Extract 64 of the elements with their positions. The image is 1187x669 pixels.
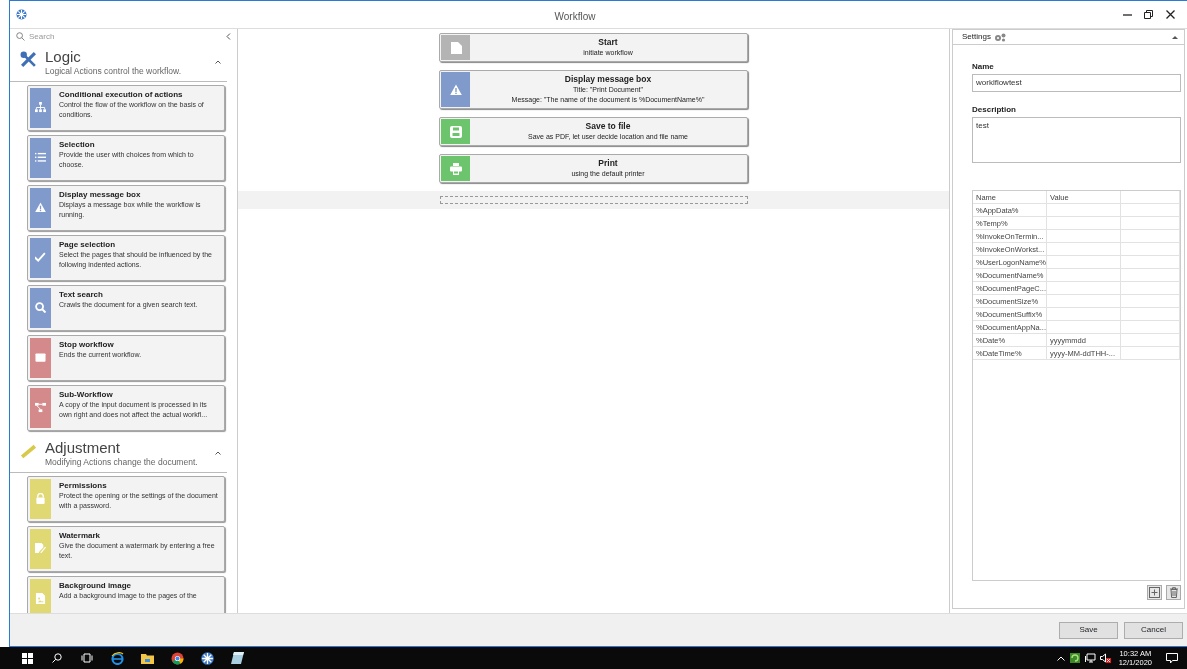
printer-icon	[449, 162, 462, 175]
section-title: Adjustment	[45, 438, 122, 456]
warning-icon	[449, 83, 462, 96]
step-title: Display message box	[563, 74, 653, 85]
document-pen-icon	[35, 543, 46, 554]
collapse-icon[interactable]	[215, 450, 221, 455]
settings-title: Settings	[962, 31, 991, 43]
restore-icon[interactable]	[1144, 10, 1153, 19]
folder-icon[interactable]	[140, 652, 154, 664]
action-title: Display message box	[59, 189, 142, 200]
window-title: Workflow	[554, 10, 596, 22]
padlock-icon	[35, 493, 46, 504]
action-title: Background image	[59, 580, 132, 591]
browser-icon[interactable]	[110, 651, 124, 665]
volume-muted-icon[interactable]	[1099, 653, 1111, 663]
description-field[interactable]: test	[972, 117, 1181, 163]
delete-button[interactable]	[1166, 585, 1181, 600]
action-title: Sub-Workflow	[59, 389, 114, 400]
action-title: Selection	[59, 139, 96, 150]
action-title: Conditional execution of actions	[59, 89, 184, 100]
dialog-button[interactable]: Cancel	[1124, 621, 1183, 639]
network-icon[interactable]	[1084, 653, 1096, 663]
add-button[interactable]	[1147, 585, 1162, 600]
gears-icon	[993, 32, 1006, 42]
collapse-icon[interactable]	[1172, 35, 1178, 39]
document-icon	[449, 41, 462, 54]
square-icon	[35, 352, 46, 364]
name-field[interactable]: worklflowtest	[972, 74, 1181, 92]
checkmark-icon	[35, 252, 46, 264]
caret-up-icon[interactable]	[1056, 655, 1065, 661]
start-icon[interactable]	[21, 652, 33, 664]
app-logo-icon	[16, 9, 27, 20]
section-title: Logic	[45, 48, 82, 65]
step-title: Start	[597, 37, 619, 48]
action-title: Stop workflow	[59, 339, 115, 350]
description-label: Description	[972, 104, 1017, 116]
section-subtitle: Modifying Actions change the document.	[45, 456, 199, 469]
step-title: Save to file	[584, 121, 632, 132]
warning-icon	[35, 202, 46, 214]
tools-icon	[20, 51, 37, 68]
step-title: Print	[597, 158, 619, 169]
dialog-button[interactable]: Save	[1059, 621, 1118, 639]
action-title: Permissions	[59, 480, 108, 491]
action-title: Watermark	[59, 530, 102, 541]
close-icon[interactable]	[1166, 10, 1175, 19]
document-image-icon	[35, 593, 46, 604]
search-icon	[16, 32, 25, 41]
collapse-icon[interactable]	[215, 60, 221, 64]
search-icon	[35, 302, 46, 314]
notifications-icon[interactable]	[1166, 652, 1178, 664]
list-icon	[35, 152, 46, 164]
branch-icon	[35, 402, 46, 414]
task-view-icon[interactable]	[81, 653, 93, 663]
section-subtitle: Logical Actions control the workflow.	[45, 65, 183, 78]
tray-app-icon[interactable]	[1069, 653, 1080, 663]
drop-target[interactable]	[439, 196, 748, 204]
action-title: Page selection	[59, 239, 117, 250]
hierarchy-icon	[35, 102, 46, 114]
search-icon[interactable]	[52, 653, 62, 663]
notepad-icon[interactable]	[230, 652, 244, 664]
name-label: Name	[972, 61, 995, 73]
action-title: Text search	[59, 289, 104, 300]
chrome-icon[interactable]	[170, 651, 184, 665]
app-icon[interactable]	[200, 651, 214, 665]
